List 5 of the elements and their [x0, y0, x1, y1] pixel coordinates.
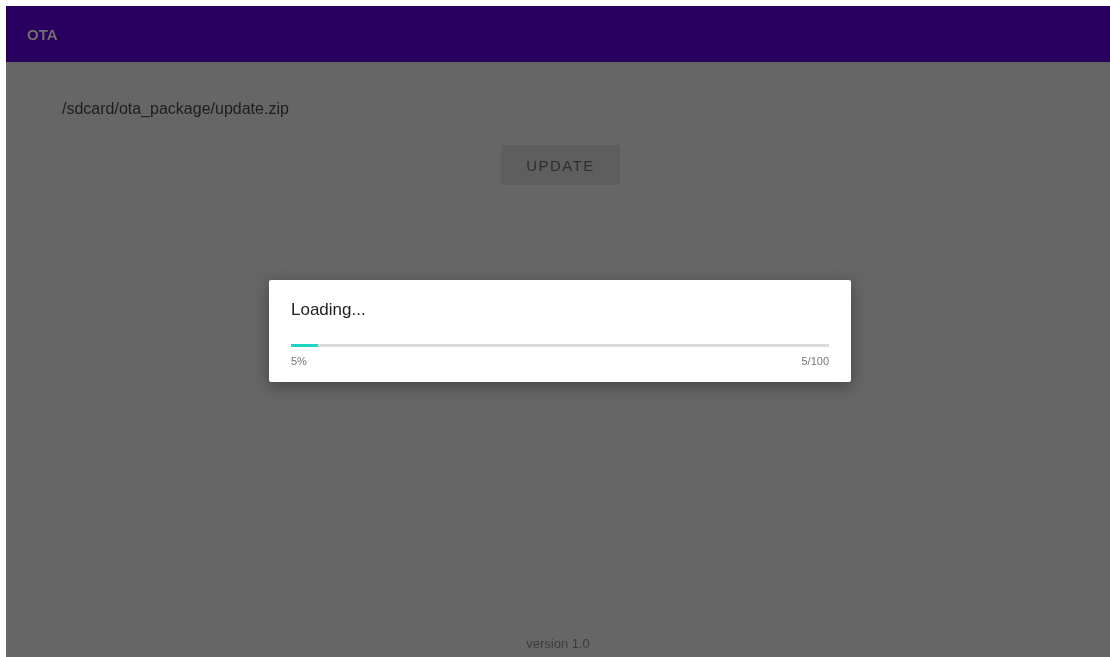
dialog-title: Loading...	[291, 300, 366, 320]
progress-count: 5/100	[801, 355, 829, 367]
progress-percent: 5%	[291, 355, 307, 367]
file-path: /sdcard/ota_package/update.zip	[62, 100, 289, 118]
app-title: OTA	[27, 25, 58, 43]
